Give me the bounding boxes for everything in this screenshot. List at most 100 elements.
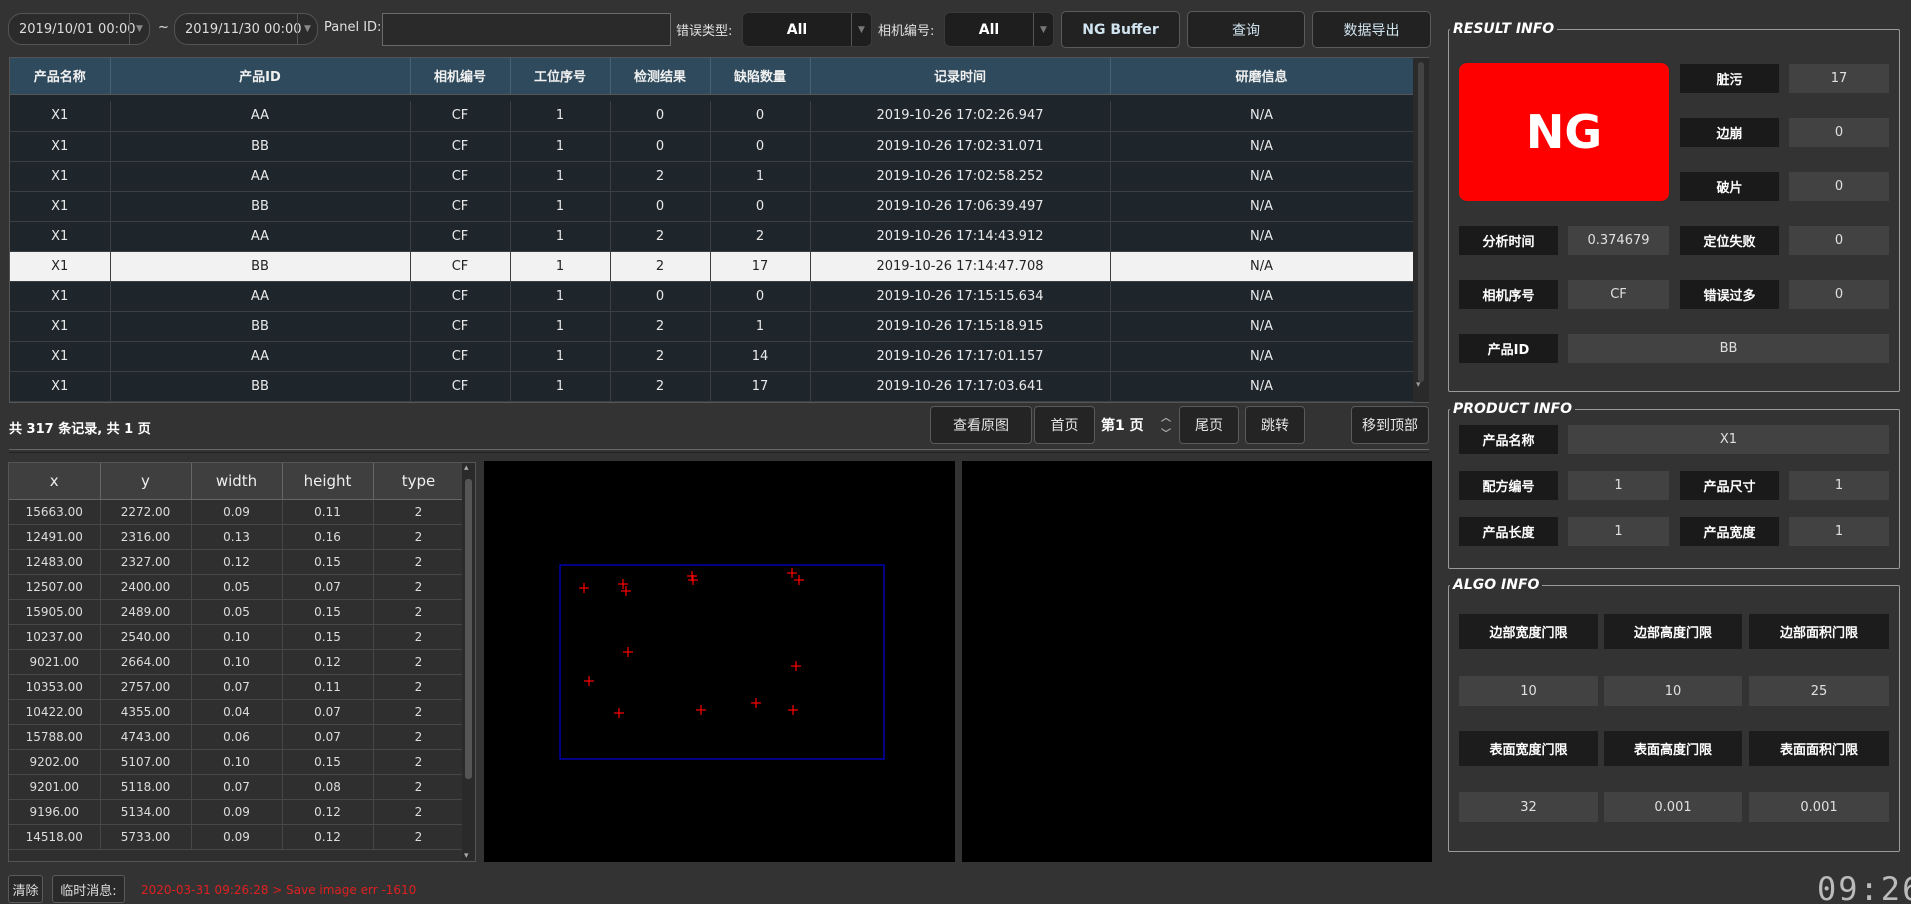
defect-row[interactable]: 14518.00 5733.00 0.09 0.12 2 [9,824,465,850]
defects-scrollbar-thumb[interactable] [465,479,472,779]
defect-row[interactable]: 10353.00 2757.00 0.07 0.11 2 [9,674,465,700]
records-scrollbar[interactable]: ▾ [1413,58,1429,402]
algo-info-title: ALGO INFO [1450,577,1543,593]
defect-cell: 12491.00 [9,524,101,550]
column-header[interactable]: 记录时间 [810,58,1111,95]
camera-label: 相机编号: [878,24,935,39]
page-up-icon[interactable]: ︿ [1161,409,1171,424]
defect-row[interactable]: 9196.00 5134.00 0.09 0.12 2 [9,799,465,825]
table-row[interactable]: X1 BB CF 1 2 17 2019-10-26 17:14:47.708 N/A [10,251,1414,282]
defect-cell: 0.07 [282,574,374,600]
column-header[interactable]: 工位序号 [510,58,611,95]
camera-seq-value: CF [1568,280,1669,309]
defect-row[interactable]: 12483.00 2327.00 0.12 0.15 2 [9,549,465,575]
defect-column-header[interactable]: type [373,463,465,500]
error-type-dropdown-icon[interactable]: ▼ [851,13,871,46]
export-button[interactable]: 数据导出 [1312,11,1431,48]
view-original-button[interactable]: 查看原图 [930,406,1032,444]
table-cell: BB [110,311,411,342]
table-cell: 2 [610,221,711,252]
defects-scroll-up-icon[interactable]: ▴ [464,463,469,473]
defect-image-view[interactable] [484,461,955,862]
product-length-label: 产品长度 [1459,517,1558,546]
table-row[interactable]: X1 BB CF 1 0 0 2019-10-26 17:06:39.497 N/A [10,191,1414,222]
defect-row[interactable]: 15788.00 4743.00 0.06 0.07 2 [9,724,465,750]
temp-message-label: 临时消息: [52,875,125,903]
table-cell: N/A [1110,371,1414,402]
first-page-button[interactable]: 首页 [1034,406,1095,444]
table-row[interactable]: X1 BB CF 1 0 0 2019-10-26 17:02:31.071 N/A [10,131,1414,162]
table-row[interactable]: X1 BB CF 1 2 1 2019-10-26 17:15:18.915 N/A [10,311,1414,342]
edge-chip-value: 0 [1789,118,1889,147]
start-date-picker[interactable]: 2019/10/01 00:00 ▼ [8,13,150,45]
defect-cell: 2400.00 [100,574,192,600]
defect-cell: 0.07 [282,699,374,725]
column-header[interactable]: 检测结果 [610,58,711,95]
query-button[interactable]: 查询 [1187,11,1305,48]
table-cell: 2019-10-26 17:15:15.634 [810,281,1111,312]
jump-button[interactable]: 跳转 [1245,406,1305,444]
table-cell: 14 [710,341,811,372]
defect-column-header[interactable]: width [191,463,283,500]
end-date-picker[interactable]: 2019/11/30 00:00 ▼ [174,13,318,45]
defect-row[interactable]: 10422.00 4355.00 0.04 0.07 2 [9,699,465,725]
defect-row[interactable]: 12507.00 2400.00 0.05 0.07 2 [9,574,465,600]
clock-display: 09:26 [1817,870,1911,904]
defect-cell: 0.09 [191,499,283,525]
defect-column-header[interactable]: y [100,463,192,500]
table-cell: CF [410,101,511,132]
defect-cell: 0.12 [282,649,374,675]
original-image-view[interactable] [962,461,1432,862]
last-page-button[interactable]: 尾页 [1179,406,1239,444]
defects-scroll-down-icon[interactable]: ▾ [464,851,469,861]
column-header[interactable]: 产品ID [110,58,411,95]
table-cell: N/A [1110,221,1414,252]
column-header[interactable]: 研磨信息 [1110,58,1414,95]
camera-select[interactable]: All ▼ [944,12,1054,47]
ng-buffer-button[interactable]: NG Buffer [1061,11,1180,48]
column-header[interactable]: 缺陷数量 [710,58,811,95]
defect-row[interactable]: 15663.00 2272.00 0.09 0.11 2 [9,499,465,525]
table-row[interactable]: X1 AA CF 1 2 1 2019-10-26 17:02:58.252 N/A [10,161,1414,192]
table-row[interactable]: X1 AA CF 1 0 0 2019-10-26 17:02:26.947 N/A [10,101,1414,132]
clear-button[interactable]: 清除 [8,875,43,903]
defect-column-header[interactable]: x [9,463,101,500]
start-date-dropdown-icon[interactable]: ▼ [129,14,149,44]
dirty-label: 脏污 [1680,64,1779,93]
table-row[interactable]: X1 BB CF 1 2 17 2019-10-26 17:17:03.641 N/A [10,371,1414,402]
defect-column-header[interactable]: height [282,463,374,500]
table-cell: X1 [10,341,111,372]
defect-row[interactable]: 15905.00 2489.00 0.05 0.15 2 [9,599,465,625]
table-row[interactable]: X1 AA CF 1 2 2 2019-10-26 17:14:43.912 N/A [10,221,1414,252]
page-spinbox[interactable]: 第1 页 ︿ ﹀ [1099,406,1175,444]
end-date-dropdown-icon[interactable]: ▼ [297,14,317,44]
column-header[interactable]: 相机编号 [410,58,511,95]
camera-dropdown-icon[interactable]: ▼ [1033,13,1053,46]
move-to-top-button[interactable]: 移到顶部 [1351,406,1429,444]
defect-row[interactable]: 10237.00 2540.00 0.10 0.15 2 [9,624,465,650]
surface-width-threshold-label: 表面宽度门限 [1459,731,1598,766]
table-cell: 0 [710,191,811,222]
scroll-down-icon[interactable]: ▾ [1416,380,1421,390]
table-cell: X1 [10,281,111,312]
defect-row[interactable]: 9202.00 5107.00 0.10 0.15 2 [9,749,465,775]
defect-row[interactable]: 9201.00 5118.00 0.07 0.08 2 [9,774,465,800]
defect-cell: 2664.00 [100,649,192,675]
defect-row[interactable]: 12491.00 2316.00 0.13 0.16 2 [9,524,465,550]
records-scrollbar-thumb[interactable] [1418,62,1424,382]
table-row[interactable]: X1 AA CF 1 0 0 2019-10-26 17:15:15.634 N/A [10,281,1414,312]
error-type-select[interactable]: All ▼ [742,12,872,47]
defects-scrollbar[interactable]: ▴ ▾ [462,463,475,861]
panel-id-input[interactable] [382,13,671,46]
page-down-icon[interactable]: ﹀ [1161,425,1171,440]
table-cell: BB [110,191,411,222]
recipe-label: 配方编号 [1459,471,1558,500]
table-cell: CF [410,371,511,402]
column-header[interactable]: 产品名称 [10,58,111,95]
table-row[interactable]: X1 AA CF 1 2 14 2019-10-26 17:17:01.157 N/A [10,341,1414,372]
splitter-handle[interactable] [9,449,1429,453]
defect-row[interactable]: 9021.00 2664.00 0.10 0.12 2 [9,649,465,675]
defect-cell: 0.10 [191,624,283,650]
product-size-value: 1 [1789,471,1889,500]
table-cell: 2 [610,371,711,402]
